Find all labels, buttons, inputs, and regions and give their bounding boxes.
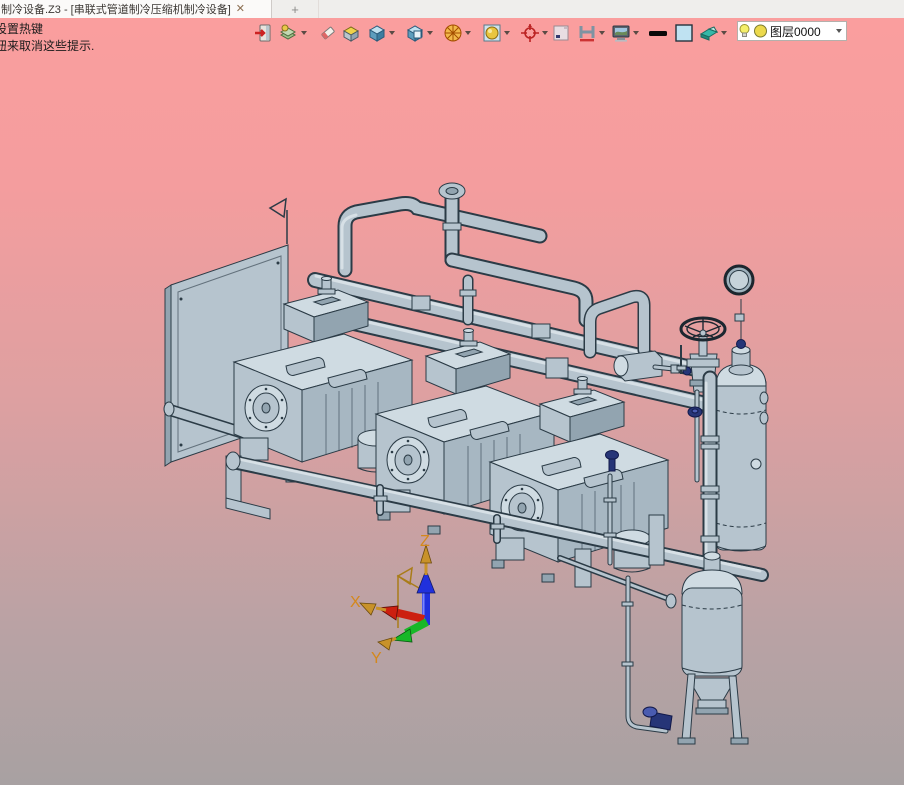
axis-triad: Z X Y xyxy=(350,533,435,667)
tab-bar: 制冷设备.Z3 - [串联式管道制冷压缩机制冷设备] ✕ + xyxy=(0,0,904,19)
compressor-assembly-model: Z X Y xyxy=(164,183,768,744)
x-axis-label: X xyxy=(350,594,361,611)
oil-separator-tank xyxy=(716,299,768,551)
document-tab-title: 制冷设备.Z3 - [串联式管道制冷压缩机制冷设备] xyxy=(1,1,231,17)
active-document-tab[interactable]: 制冷设备.Z3 - [串联式管道制冷压缩机制冷设备] ✕ xyxy=(0,0,272,18)
new-tab-button[interactable]: + xyxy=(272,0,319,18)
oil-collector-vessel xyxy=(643,552,748,744)
pressure-gauge xyxy=(725,266,753,321)
z-axis-label: Z xyxy=(420,533,430,550)
y-axis-label: Y xyxy=(371,650,382,667)
model-canvas[interactable]: Z X Y xyxy=(0,18,904,785)
graphics-viewport[interactable]: 设置热键 钮来取消这些提示. xyxy=(0,18,904,785)
tab-close-icon[interactable]: ✕ xyxy=(236,4,245,15)
